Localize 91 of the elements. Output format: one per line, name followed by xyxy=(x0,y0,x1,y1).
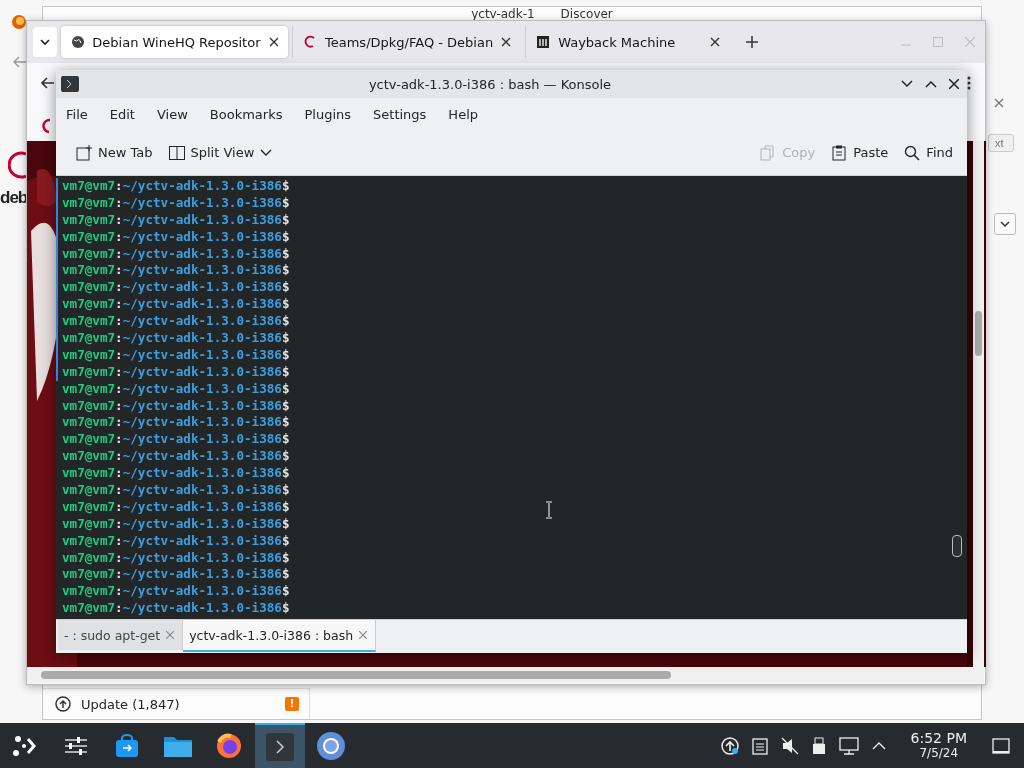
page-button[interactable]: xt xyxy=(988,134,1014,152)
clipboard-icon[interactable] xyxy=(751,736,768,755)
swirl-icon xyxy=(303,35,317,49)
terminal-line: vm7@vm7:~/yctv-adk-1.3.0-i386$ xyxy=(61,600,290,618)
tab-list-button[interactable] xyxy=(33,27,57,57)
new-tab-icon[interactable] xyxy=(746,36,759,48)
update-icon[interactable] xyxy=(720,736,739,755)
terminal-line: vm7@vm7:~/yctv-adk-1.3.0-i386$ xyxy=(61,380,290,398)
scrollbar[interactable] xyxy=(973,141,984,667)
window-title: Discover xyxy=(560,7,613,23)
terminal-tab[interactable]: - : sudo apt-get xyxy=(58,620,184,650)
close-icon[interactable] xyxy=(268,37,278,47)
menu-item[interactable]: Edit xyxy=(109,106,146,122)
chevron-down-icon[interactable] xyxy=(901,80,913,88)
terminal-line: vm7@vm7:~/yctv-adk-1.3.0-i386$ xyxy=(61,549,290,567)
terminal-line: vm7@vm7:~/yctv-adk-1.3.0-i386$ xyxy=(61,465,290,483)
terminal-line: vm7@vm7:~/yctv-adk-1.3.0-i386$ xyxy=(56,313,290,330)
terminal-line: vm7@vm7:~/yctv-adk-1.3.0-i386$ xyxy=(61,448,290,466)
menu-item[interactable]: Help xyxy=(448,106,489,122)
menu-item[interactable]: File xyxy=(66,106,99,122)
close-icon[interactable] xyxy=(949,79,959,89)
terminal-line: vm7@vm7:~/yctv-adk-1.3.0-i386$ xyxy=(61,414,290,432)
terminal-icon xyxy=(266,732,294,761)
update-label[interactable]: Update (1,847) xyxy=(81,696,180,712)
globe-icon xyxy=(71,35,85,49)
shopping-bag-icon xyxy=(114,732,140,759)
toolbar-button[interactable]: Split View xyxy=(162,140,279,165)
terminal-line: vm7@vm7:~/yctv-adk-1.3.0-i386$ xyxy=(56,363,290,381)
terminal-line: vm7@vm7:~/yctv-adk-1.3.0-i386$ xyxy=(56,194,290,212)
terminal-tab[interactable]: yctv-adk-1.3.0-i386 : bash xyxy=(183,620,377,652)
browser-tab[interactable]: Teams/Dpkg/FAQ - Debian xyxy=(292,26,522,58)
terminal-line: vm7@vm7:~/yctv-adk-1.3.0-i386$ xyxy=(61,482,290,499)
menu-item[interactable]: Plugins xyxy=(304,106,363,122)
columns-icon xyxy=(536,35,551,49)
update-icon xyxy=(55,696,71,712)
new-tab-icon xyxy=(76,144,92,161)
chevron-down-icon xyxy=(40,38,50,46)
chevron-up-icon[interactable] xyxy=(925,80,937,88)
browser-icon xyxy=(215,731,243,760)
terminal-line: vm7@vm7:~/yctv-adk-1.3.0-i386$ xyxy=(61,566,290,584)
menu-item[interactable]: Bookmarks xyxy=(209,106,294,122)
browser-tab[interactable]: Wayback Machine xyxy=(525,26,731,58)
warning-badge: ! xyxy=(285,697,299,711)
terminal-line: vm7@vm7:~/yctv-adk-1.3.0-i386$ xyxy=(56,296,290,314)
terminal-line: vm7@vm7:~/yctv-adk-1.3.0-i386$ xyxy=(56,330,290,347)
toolbar-button[interactable]: New Tab xyxy=(70,140,159,165)
browser-tab[interactable]: Debian WineHQ Repositor xyxy=(61,26,288,58)
usb-drive-icon[interactable] xyxy=(811,736,826,755)
volume-muted-icon[interactable] xyxy=(780,736,799,755)
terminal-line: vm7@vm7:~/yctv-adk-1.3.0-i386$ xyxy=(61,431,290,449)
clipboard-icon xyxy=(831,144,848,161)
window-title: yctv-adk-1.3.0-i386 : bash — Konsole xyxy=(367,76,613,92)
close-icon[interactable] xyxy=(710,37,721,47)
scrollbar[interactable] xyxy=(27,667,984,683)
split-view-icon xyxy=(168,144,185,161)
terminal-line: vm7@vm7:~/yctv-adk-1.3.0-i386$ xyxy=(61,583,290,601)
close-icon[interactable] xyxy=(501,37,512,47)
terminal-line: vm7@vm7:~/yctv-adk-1.3.0-i386$ xyxy=(61,532,290,550)
swirl-icon xyxy=(8,150,28,180)
terminal-line: vm7@vm7:~/yctv-adk-1.3.0-i386$ xyxy=(56,262,290,280)
clock-time[interactable]: 6:52 PM xyxy=(910,730,967,746)
terminal-line: vm7@vm7:~/yctv-adk-1.3.0-i386$ xyxy=(61,515,290,533)
terminal-line: vm7@vm7:~/yctv-adk-1.3.0-i386$ xyxy=(56,211,290,229)
terminal-icon xyxy=(61,76,79,92)
network-icon[interactable] xyxy=(838,736,859,755)
dropdown-button[interactable] xyxy=(994,213,1016,235)
browser-icon[interactable] xyxy=(11,14,27,30)
terminal-line: vm7@vm7:~/yctv-adk-1.3.0-i386$ xyxy=(56,228,290,246)
back-arrow-icon[interactable] xyxy=(41,77,55,89)
show-desktop-icon[interactable] xyxy=(992,736,1010,755)
logo-text: deb xyxy=(0,188,28,208)
terminal-line: vm7@vm7:~/yctv-adk-1.3.0-i386$ xyxy=(56,346,290,364)
scrollbar-thumb[interactable] xyxy=(952,535,962,557)
copy-icon xyxy=(760,144,777,161)
toolbar-button[interactable]: Paste xyxy=(825,140,895,165)
text-cursor-icon xyxy=(545,501,553,519)
menu-item[interactable]: View xyxy=(156,106,199,122)
terminal-line: vm7@vm7:~/yctv-adk-1.3.0-i386$ xyxy=(61,397,290,415)
search-icon xyxy=(904,144,921,161)
chevron-down-icon xyxy=(260,148,273,157)
terminal-line: vm7@vm7:~/yctv-adk-1.3.0-i386$ xyxy=(56,279,290,297)
terminal-line: vm7@vm7:~/yctv-adk-1.3.0-i386$ xyxy=(61,498,290,516)
browser-icon xyxy=(316,730,346,761)
clock-date[interactable]: 7/5/24 xyxy=(919,745,959,761)
window-title: yctv-adk-1 xyxy=(471,7,535,23)
chevron-down-icon xyxy=(1000,220,1010,228)
menu-icon[interactable] xyxy=(967,76,971,90)
toolbar-button[interactable]: Find xyxy=(898,140,959,165)
menu-item[interactable]: Settings xyxy=(373,106,438,122)
terminal-line: vm7@vm7:~/yctv-adk-1.3.0-i386$ xyxy=(56,245,290,263)
terminal-line: vm7@vm7:~/yctv-adk-1.3.0-i386$ xyxy=(56,178,290,195)
